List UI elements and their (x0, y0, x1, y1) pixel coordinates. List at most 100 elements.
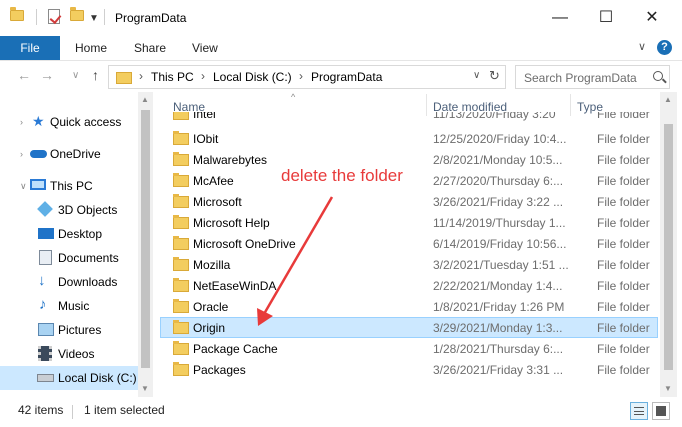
sidebar-item-desktop[interactable]: Desktop (0, 222, 140, 246)
scroll-down-icon[interactable]: ▼ (141, 384, 149, 393)
file-date: 11/14/2019/Thursday 1... (433, 216, 566, 230)
recent-locations-button[interactable]: ∨ (72, 70, 79, 81)
annotation-text: delete the folder (281, 166, 403, 185)
file-date: 2/8/2021/Monday 10:5... (433, 153, 563, 167)
file-type: File folder (597, 195, 650, 209)
sidebar-item-videos[interactable]: Videos (0, 342, 140, 366)
list-item[interactable]: NetEaseWinDA 2/22/2021/Monday 1:4... Fil… (160, 275, 658, 296)
file-list: Intel 11/13/2020/Friday 3:20 File folder… (160, 112, 660, 380)
file-name: Microsoft (193, 195, 242, 209)
pictures-icon (38, 323, 54, 336)
sidebar-scrollbar[interactable]: ▲ ▼ (138, 92, 153, 397)
list-item[interactable]: Packages 3/26/2021/Friday 3:31 ... File … (160, 359, 658, 380)
tab-file[interactable]: File (0, 36, 60, 60)
tab-share[interactable]: Share (134, 36, 166, 60)
file-type: File folder (597, 321, 650, 335)
list-item[interactable]: Package Cache 1/28/2021/Thursday 6:... F… (160, 338, 658, 359)
sort-ascending-icon: ^ (291, 92, 296, 102)
search-placeholder: Search ProgramData (524, 71, 637, 85)
sidebar-item-label: Videos (58, 347, 95, 361)
list-item[interactable]: IObit 12/25/2020/Friday 10:4... File fol… (160, 128, 658, 149)
help-icon[interactable]: ? (657, 40, 672, 55)
sidebar-item-label: 3D Objects (58, 203, 118, 217)
list-item[interactable]: Mozilla 3/2/2021/Tuesday 1:51 ... File f… (160, 254, 658, 275)
scroll-up-icon[interactable]: ▲ (664, 95, 672, 104)
breadcrumb-programdata[interactable]: ProgramData (311, 70, 382, 84)
music-icon: ♪ (39, 296, 47, 313)
sidebar-item-this-pc[interactable]: ∨ This PC (0, 174, 140, 198)
breadcrumb-local-disk[interactable]: Local Disk (C:) (213, 70, 292, 84)
folder-icon (173, 362, 189, 376)
list-item[interactable]: McAfee 2/27/2020/Thursday 6:... File fol… (160, 170, 658, 191)
file-date: 3/26/2021/Friday 3:31 ... (433, 363, 564, 377)
address-dropdown-icon[interactable]: ∨ (473, 70, 480, 81)
ribbon-tabs: File Home Share View ∨ ? (0, 36, 682, 60)
chevron-right-icon[interactable]: › (20, 149, 23, 159)
list-item[interactable]: Microsoft OneDrive 6/14/2019/Friday 10:5… (160, 233, 658, 254)
sidebar-item-downloads[interactable]: ↓ Downloads (0, 270, 140, 294)
folder-icon (173, 152, 189, 166)
file-name: Microsoft OneDrive (193, 237, 296, 251)
download-icon: ↓ (38, 272, 46, 289)
file-name: Mozilla (193, 258, 231, 272)
list-item[interactable]: Intel 11/13/2020/Friday 3:20 File folder (160, 112, 658, 124)
chevron-down-icon[interactable]: ∨ (20, 181, 27, 192)
sidebar-item-pictures[interactable]: Pictures (0, 318, 140, 342)
file-date: 3/2/2021/Tuesday 1:51 ... (433, 258, 569, 272)
minimize-button[interactable]: — (537, 0, 583, 36)
breadcrumb-this-pc[interactable]: This PC (151, 70, 194, 84)
scrollbar-thumb[interactable] (141, 110, 150, 368)
back-button[interactable]: ← (17, 67, 31, 83)
file-name: Packages (193, 363, 246, 377)
forward-button[interactable]: → (40, 67, 54, 83)
documents-icon (39, 250, 52, 265)
address-bar[interactable]: › This PC › Local Disk (C:) › ProgramDat… (108, 65, 506, 89)
up-button[interactable]: ↑ (92, 67, 99, 83)
close-button[interactable]: ✕ (629, 0, 675, 36)
chevron-right-icon[interactable]: › (20, 117, 23, 127)
new-folder-icon[interactable] (70, 7, 84, 21)
sidebar-item-label: This PC (50, 179, 93, 193)
list-item[interactable]: Malwarebytes 2/8/2021/Monday 10:5... Fil… (160, 149, 658, 170)
file-name: McAfee (193, 174, 234, 188)
file-list-scrollbar[interactable]: ▲ ▼ (660, 92, 677, 397)
list-item-selected[interactable]: Origin 3/29/2021/Monday 1:3... File fold… (160, 317, 658, 338)
customize-toolbar-icon[interactable]: ▼ (89, 13, 99, 24)
properties-icon[interactable] (48, 9, 60, 24)
separator (104, 9, 105, 25)
folder-icon (173, 320, 189, 334)
sidebar-item-onedrive[interactable]: › OneDrive (0, 142, 140, 166)
search-input[interactable]: Search ProgramData (515, 65, 670, 89)
file-name: Intel (193, 112, 216, 121)
maximize-button[interactable]: ☐ (583, 0, 629, 36)
list-item[interactable]: Oracle 1/8/2021/Friday 1:26 PM File fold… (160, 296, 658, 317)
search-icon (653, 71, 663, 81)
file-name: NetEaseWinDA (193, 279, 277, 293)
list-item[interactable]: Microsoft 3/26/2021/Friday 3:22 ... File… (160, 191, 658, 212)
refresh-icon[interactable]: ↻ (489, 68, 500, 84)
file-date: 11/13/2020/Friday 3:20 (433, 112, 556, 121)
sidebar-item-label: Desktop (58, 227, 103, 241)
large-icons-view-button[interactable] (652, 402, 670, 420)
sidebar-item-quick-access[interactable]: › ★ Quick access (0, 110, 140, 134)
details-view-button[interactable] (630, 402, 648, 420)
tab-view[interactable]: View (192, 36, 218, 60)
scroll-down-icon[interactable]: ▼ (664, 384, 672, 393)
tab-home[interactable]: Home (75, 36, 107, 60)
star-icon: ★ (32, 113, 45, 129)
address-row: ← → ∨ ↑ › This PC › Local Disk (C:) › Pr… (0, 60, 682, 92)
folder-icon (173, 257, 189, 271)
videos-icon (38, 346, 52, 361)
navigation-pane: › ★ Quick access › OneDrive ∨ This PC 3D… (0, 92, 155, 397)
list-item[interactable]: Microsoft Help 11/14/2019/Thursday 1... … (160, 212, 658, 233)
expand-ribbon-icon[interactable]: ∨ (638, 40, 646, 53)
sidebar-item-3d-objects[interactable]: 3D Objects (0, 198, 140, 222)
scroll-up-icon[interactable]: ▲ (141, 95, 149, 104)
separator (72, 405, 73, 419)
sidebar-item-label: Downloads (58, 275, 118, 289)
sidebar-item-documents[interactable]: Documents (0, 246, 140, 270)
scrollbar-thumb[interactable] (664, 124, 673, 370)
sidebar-item-music[interactable]: ♪ Music (0, 294, 140, 318)
sidebar-item-local-disk[interactable]: Local Disk (C:) (0, 366, 140, 390)
folder-icon (173, 194, 189, 208)
